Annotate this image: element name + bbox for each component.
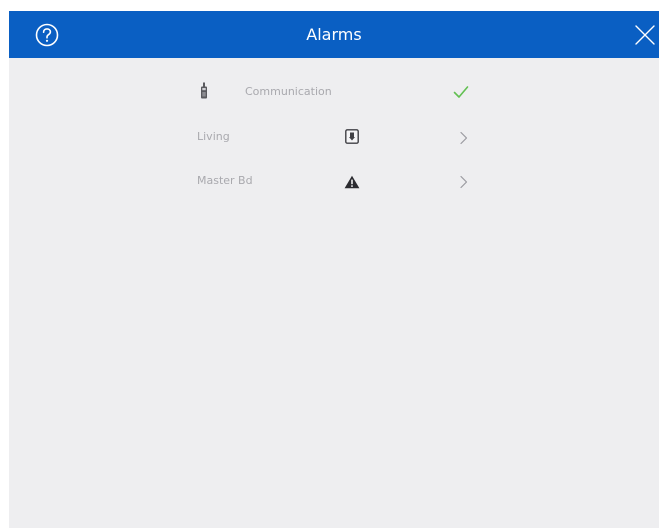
warning-triangle-icon	[344, 174, 360, 193]
alarms-screen: Alarms Communication Living Master Bd	[9, 11, 659, 528]
alarm-label: Master Bd	[197, 174, 253, 187]
communication-device-icon	[198, 82, 210, 104]
chevron-right-icon	[459, 174, 468, 193]
alarm-label: Living	[197, 130, 230, 143]
check-icon	[453, 84, 469, 103]
chevron-right-icon	[459, 130, 468, 149]
close-x-icon	[635, 25, 655, 45]
alarm-row-master-bd[interactable]: Master Bd	[9, 166, 659, 196]
door-sensor-icon	[345, 129, 359, 148]
page-title: Alarms	[306, 25, 362, 44]
alarm-row-communication: Communication	[9, 77, 659, 107]
alarm-label: Communication	[245, 85, 332, 98]
header-bar: Alarms	[9, 11, 659, 58]
alarm-row-living[interactable]: Living	[9, 122, 659, 152]
close-button[interactable]	[632, 22, 658, 48]
